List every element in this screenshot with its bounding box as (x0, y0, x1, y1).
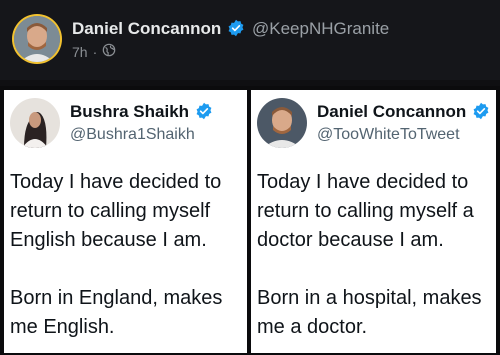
verified-badge-icon (472, 102, 490, 125)
tweet-author-name: Daniel Concannon (317, 102, 490, 125)
tweet-display-name: Bushra Shaikh (70, 102, 190, 121)
tweet-paragraph: Today I have decided to return to callin… (257, 171, 474, 251)
author-name-row[interactable]: Daniel Concannon (72, 19, 245, 42)
embedded-tweet-bushra: Bushra Shaikh @Bushra1Shaikh Today I hav… (4, 90, 247, 353)
tweet-avatar (10, 98, 60, 148)
tweet-paragraph: Born in England, makes me English. (10, 287, 223, 338)
tweet-paragraph: Born in a hospital, makes me a doctor. (257, 287, 482, 338)
post-time[interactable]: 7h (72, 44, 88, 60)
verified-badge-icon (227, 19, 245, 42)
avatar-image (14, 16, 60, 62)
meta-separator: · (92, 43, 98, 60)
author-handle[interactable]: @KeepNHGranite (252, 19, 389, 39)
verified-badge-icon (195, 102, 213, 125)
tweet-body: Today I have decided to return to callin… (257, 168, 494, 353)
tweet-handle: @TooWhiteToTweet (317, 126, 460, 143)
tweet-avatar (257, 98, 307, 148)
tweet-body: Today I have decided to return to callin… (10, 168, 245, 353)
globe-icon (102, 43, 116, 60)
post-header: Daniel Concannon @KeepNHGranite 7h · (0, 0, 500, 80)
author-display-name[interactable]: Daniel Concannon (72, 19, 221, 38)
tweet-display-name: Daniel Concannon (317, 102, 467, 121)
embedded-image[interactable]: Bushra Shaikh @Bushra1Shaikh Today I hav… (0, 86, 500, 355)
embedded-tweet-daniel: Daniel Concannon @TooWhiteToTweet Today … (251, 90, 496, 353)
tweet-author-name: Bushra Shaikh (70, 102, 213, 125)
author-avatar[interactable] (12, 14, 62, 64)
post-meta: 7h · (72, 43, 116, 60)
tweet-paragraph: Today I have decided to return to callin… (10, 171, 222, 251)
tweet-handle: @Bushra1Shaikh (70, 126, 195, 143)
